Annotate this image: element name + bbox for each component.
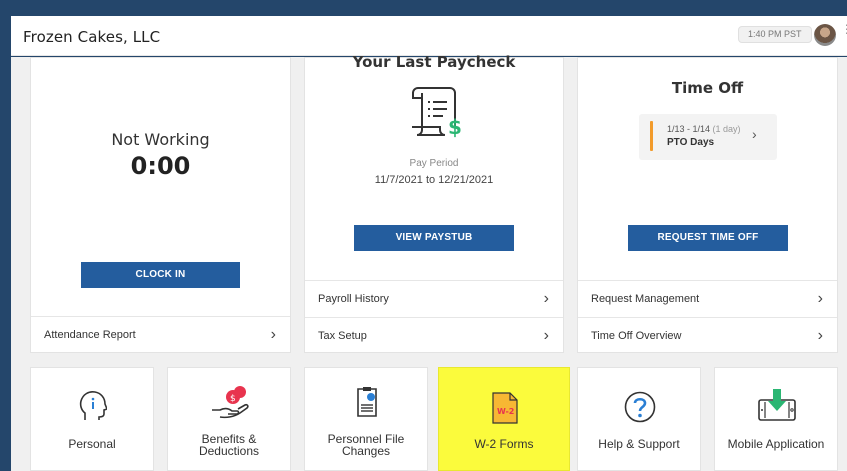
time-off-type: PTO Days bbox=[667, 137, 715, 148]
avatar[interactable] bbox=[814, 24, 836, 46]
app-header: Frozen Cakes, LLC 1:40 PM PST ⋮ bbox=[11, 16, 847, 56]
time-off-dates: 1/13 - 1/14 (1 day) bbox=[667, 124, 741, 134]
attendance-report-link[interactable]: Attendance Report › bbox=[31, 316, 290, 353]
tile-personnel-file-changes[interactable]: Personnel File Changes bbox=[304, 367, 428, 471]
tile-benefits-label-text: Benefits & Deductions bbox=[198, 432, 260, 458]
hours-worked: 0:00 bbox=[130, 152, 191, 180]
tile-personal-label: Personal bbox=[68, 437, 116, 451]
clock-card: Not Working 0:00 CLOCK IN Attendance Rep… bbox=[30, 57, 291, 353]
paycheck-scroll-icon: $ bbox=[412, 87, 462, 139]
w2-text: W-2 bbox=[497, 407, 514, 416]
time-off-date-range: 1/13 - 1/14 bbox=[667, 124, 711, 134]
chevron-right-icon: › bbox=[817, 290, 823, 307]
tile-w2-forms[interactable]: W-2 W-2 Forms bbox=[438, 367, 570, 471]
tile-personnel-label: Personnel File Changes bbox=[305, 433, 427, 457]
time-off-overview-link[interactable]: Time Off Overview › bbox=[578, 317, 837, 354]
tile-benefits-label: Benefits & Deductions bbox=[168, 433, 290, 457]
chevron-right-icon: › bbox=[817, 327, 823, 344]
personal-head-icon bbox=[79, 391, 107, 420]
pay-period-label: Pay Period bbox=[409, 158, 459, 169]
current-time-badge: 1:40 PM PST bbox=[738, 26, 812, 43]
time-off-card: Time Off 1/13 - 1/14 (1 day) PTO Days › … bbox=[577, 57, 838, 353]
tile-personnel-label-text: Personnel File Changes bbox=[327, 432, 405, 458]
chevron-right-icon: › bbox=[270, 326, 276, 343]
request-management-link[interactable]: Request Management › bbox=[578, 280, 837, 317]
pay-period-range: 11/7/2021 to 12/21/2021 bbox=[374, 174, 494, 186]
benefits-hand-icon: $ bbox=[212, 386, 249, 419]
view-paystub-button[interactable]: VIEW PAYSTUB bbox=[354, 225, 514, 251]
tile-w2-label: W-2 Forms bbox=[474, 437, 534, 451]
help-question-icon bbox=[624, 391, 656, 423]
svg-text:$: $ bbox=[230, 394, 236, 404]
mobile-download-icon bbox=[758, 389, 796, 421]
time-off-duration: (1 day) bbox=[712, 124, 741, 134]
work-status: Not Working bbox=[111, 130, 210, 149]
request-management-label: Request Management bbox=[591, 293, 700, 305]
tile-help-label: Help & Support bbox=[598, 437, 680, 451]
paycheck-title: Your Last Paycheck bbox=[352, 53, 516, 71]
tax-setup-label: Tax Setup bbox=[318, 330, 367, 342]
clock-in-button[interactable]: CLOCK IN bbox=[81, 262, 240, 288]
payroll-history-label: Payroll History bbox=[318, 293, 389, 305]
time-off-entry[interactable]: 1/13 - 1/14 (1 day) PTO Days › bbox=[639, 114, 777, 160]
window-frame-left bbox=[0, 16, 11, 471]
tile-mobile-label: Mobile Application bbox=[727, 437, 825, 451]
time-off-title: Time Off bbox=[671, 79, 744, 97]
tile-mobile-application[interactable]: Mobile Application bbox=[714, 367, 838, 471]
paycheck-card: Your Last Paycheck $ Pay Period 11/7/202… bbox=[304, 53, 564, 354]
attendance-report-label: Attendance Report bbox=[44, 329, 136, 341]
payroll-history-link[interactable]: Payroll History › bbox=[305, 280, 563, 317]
file-changes-icon bbox=[357, 387, 377, 417]
window-frame-top bbox=[0, 0, 847, 16]
request-time-off-button[interactable]: REQUEST TIME OFF bbox=[628, 225, 788, 251]
time-off-overview-label: Time Off Overview bbox=[591, 330, 682, 342]
dashboard-content: Not Working 0:00 CLOCK IN Attendance Rep… bbox=[11, 53, 847, 471]
tile-benefits-deductions[interactable]: $ Benefits & Deductions bbox=[167, 367, 291, 471]
w2-document-icon: W-2 bbox=[492, 392, 518, 424]
svg-text:$: $ bbox=[448, 115, 462, 139]
chevron-right-icon: › bbox=[752, 126, 757, 142]
time-off-status-bar bbox=[650, 121, 653, 151]
tile-personal[interactable]: Personal bbox=[30, 367, 154, 471]
chevron-right-icon: › bbox=[543, 290, 549, 307]
tile-help-support[interactable]: Help & Support bbox=[577, 367, 701, 471]
chevron-right-icon: › bbox=[543, 327, 549, 344]
tax-setup-link[interactable]: Tax Setup › bbox=[305, 317, 563, 354]
company-name: Frozen Cakes, LLC bbox=[23, 28, 161, 46]
more-menu-icon[interactable]: ⋮ bbox=[841, 23, 847, 35]
